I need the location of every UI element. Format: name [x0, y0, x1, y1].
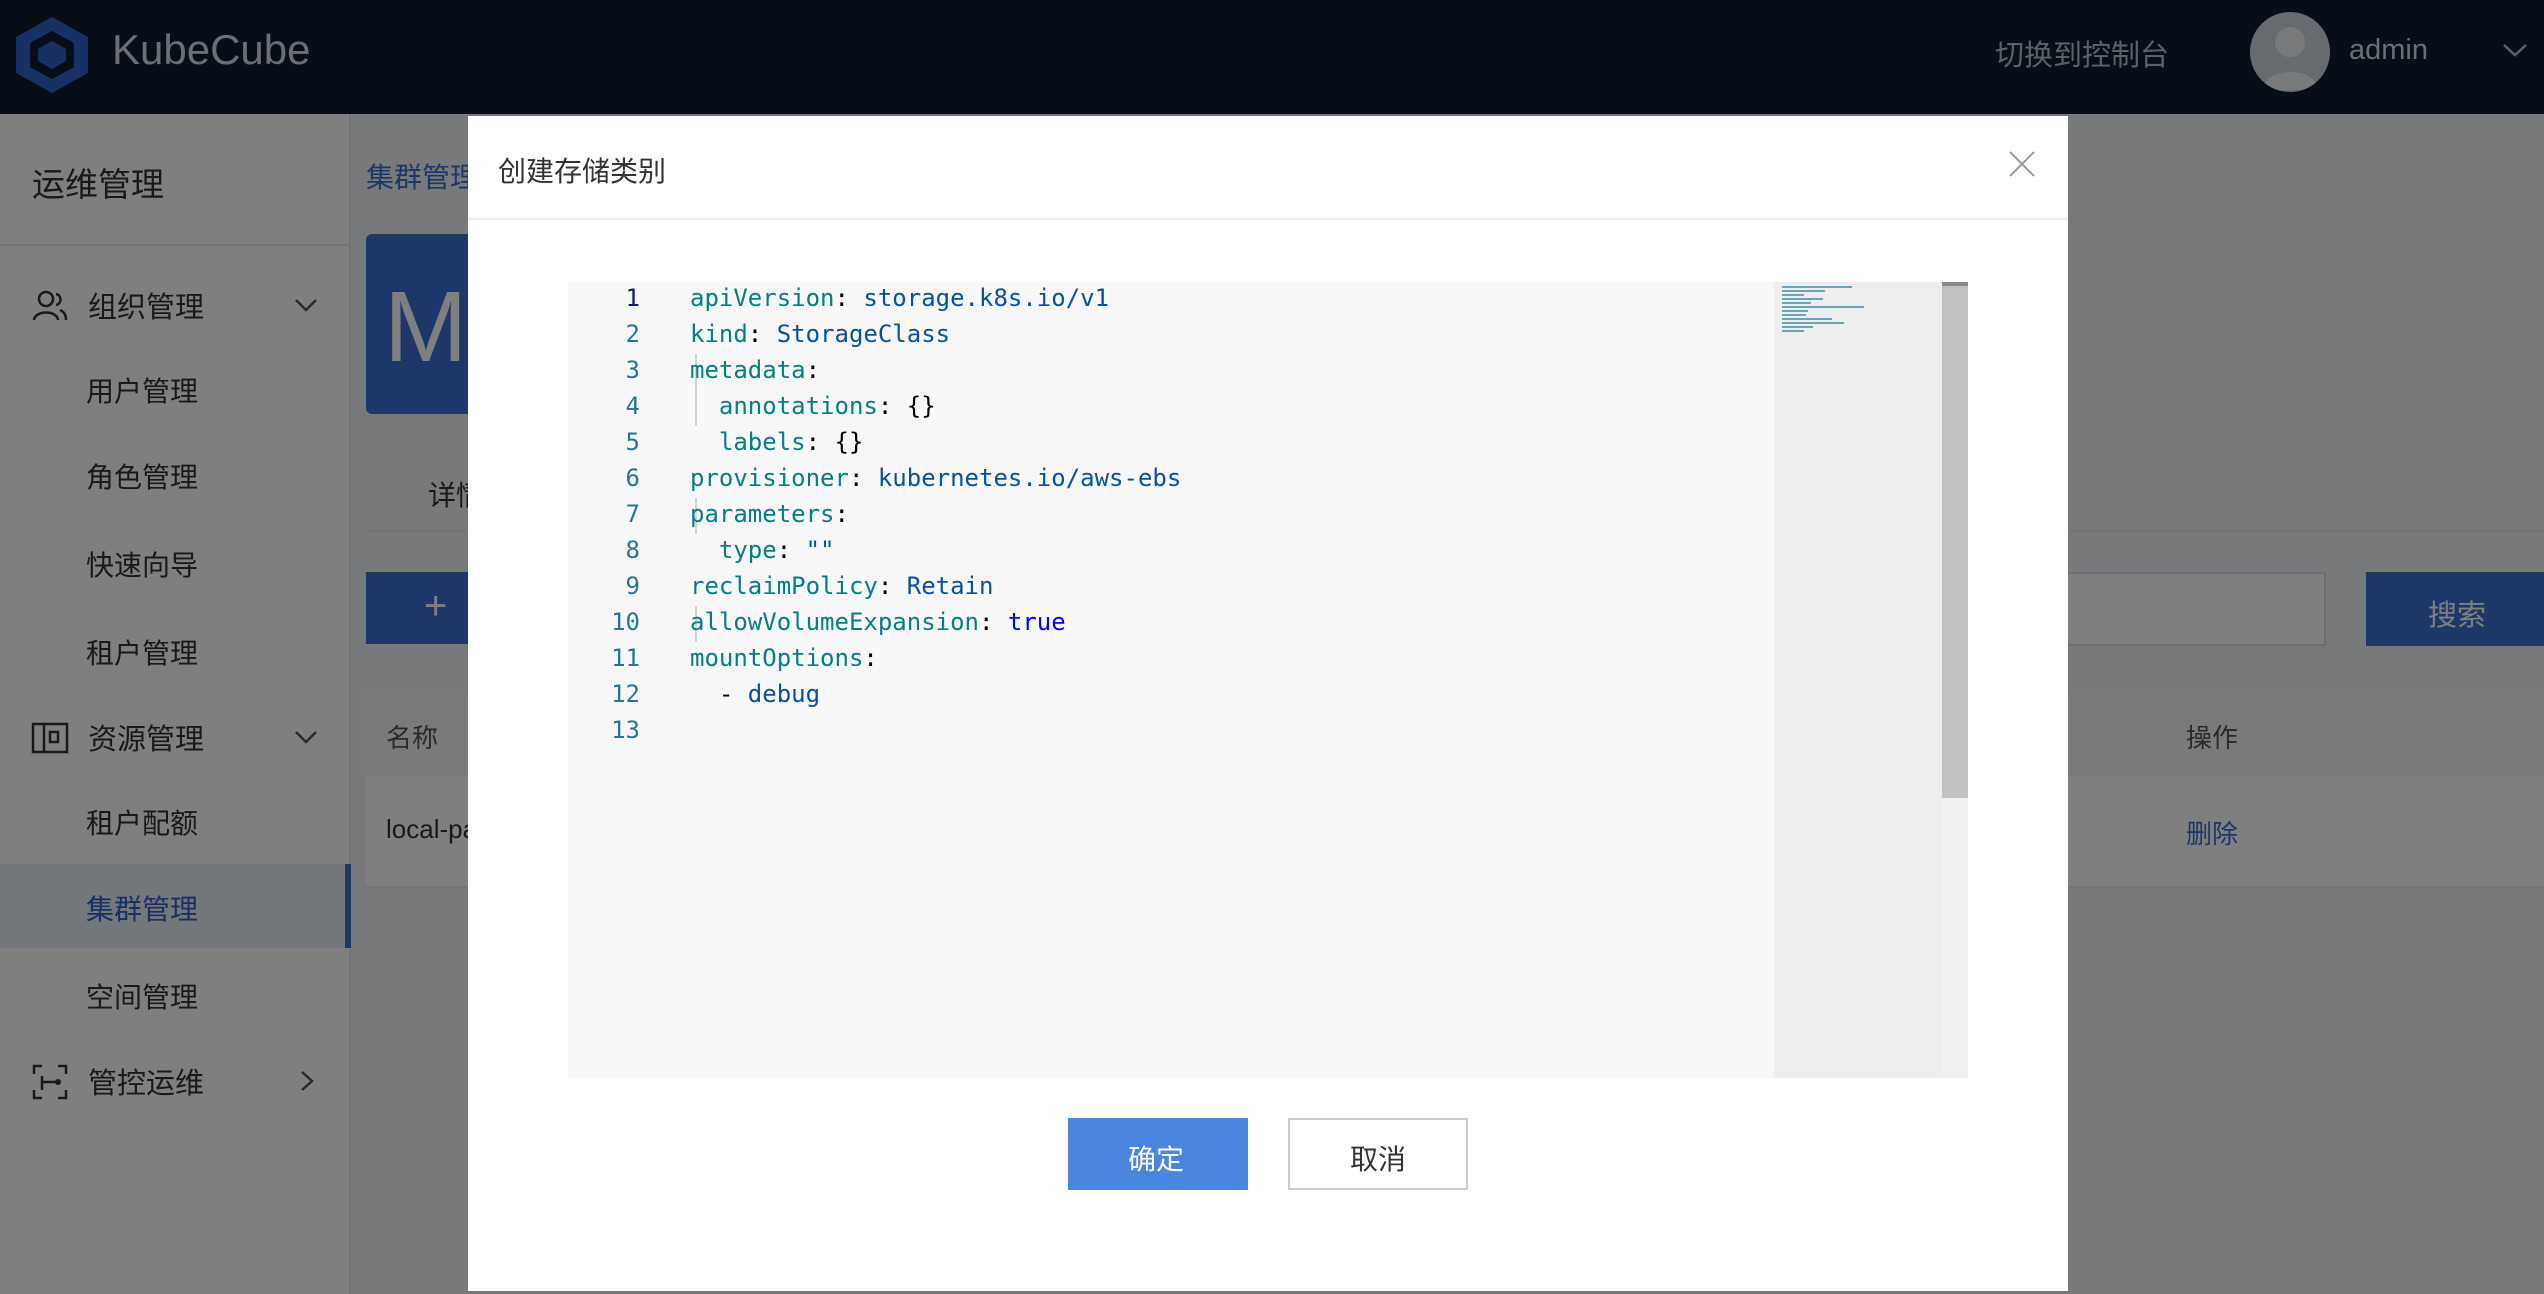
code-token: : [834, 284, 864, 312]
line-number: 5 [625, 428, 640, 456]
code-line: mountOptions: [690, 644, 878, 672]
minimap-line [1782, 302, 1811, 304]
code-token: type [690, 536, 777, 564]
yaml-code-editor[interactable]: 1 2 3 4 5 6 7 8 9 10 11 12 13 apiVersion: storage.k8… [568, 282, 1968, 1078]
code-line: parameters: [690, 500, 849, 528]
code-line: allowVolumeExpansion: true [690, 608, 1066, 636]
minimap-line [1782, 326, 1814, 328]
code-token: : [747, 320, 777, 348]
line-number: 6 [625, 464, 640, 492]
code-line: annotations: {} [690, 392, 936, 420]
code-token: Retain [906, 572, 994, 600]
code-token: : [834, 500, 849, 528]
code-token: parameters [690, 500, 835, 528]
cancel-label: 取消 [1350, 1143, 1407, 1176]
minimap-line [1782, 290, 1826, 292]
code-token: provisioner [690, 464, 849, 492]
code-token: metadata [690, 356, 806, 384]
code-token: storage.k8s.io/v1 [863, 284, 1110, 312]
minimap-line [1782, 322, 1845, 324]
minimap-line [1782, 294, 1804, 296]
line-number: 7 [625, 500, 640, 528]
confirm-label: 确定 [1128, 1143, 1185, 1176]
line-number-gutter: 1 2 3 4 5 6 7 8 9 10 11 12 13 [568, 282, 668, 1078]
line-number: 3 [625, 356, 640, 384]
minimap-line [1782, 310, 1809, 312]
editor-minimap[interactable] [1774, 282, 1942, 1078]
code-token: kubernetes.io/aws-ebs [877, 464, 1182, 492]
minimap-line [1782, 286, 1852, 288]
scrollbar-thumb[interactable] [1942, 282, 1968, 798]
line-number: 13 [611, 716, 640, 744]
dialog-header: 创建存储类别 [468, 116, 2068, 220]
code-token: : [877, 572, 907, 600]
code-token: apiVersion [690, 284, 835, 312]
line-number: 12 [611, 680, 640, 708]
code-token: reclaimPolicy [690, 572, 878, 600]
line-number: 1 [625, 284, 640, 312]
code-token: : [978, 608, 1008, 636]
code-token: mountOptions [690, 644, 864, 672]
code-line: type: "" [690, 536, 835, 564]
code-token: : [805, 356, 821, 384]
line-number: 4 [625, 392, 640, 420]
cancel-button[interactable]: 取消 [1288, 1118, 1468, 1190]
code-token: kind [690, 320, 748, 348]
code-token: : [848, 464, 878, 492]
dialog-title: 创建存储类别 [498, 155, 667, 188]
code-token: - [690, 680, 748, 708]
confirm-button[interactable]: 确定 [1068, 1118, 1248, 1190]
code-token: labels [690, 428, 806, 456]
code-token: debug [747, 680, 821, 708]
minimap-line [1782, 306, 1864, 308]
line-number: 11 [611, 644, 640, 672]
code-token: : [863, 644, 878, 672]
code-line: - debug [690, 680, 820, 708]
line-number: 9 [625, 572, 640, 600]
code-token: true [1007, 608, 1066, 636]
minimap-line [1782, 298, 1823, 300]
line-number: 2 [625, 320, 640, 348]
minimap-line [1782, 314, 1806, 316]
code-line: reclaimPolicy: Retain [690, 572, 993, 600]
line-number: 10 [611, 608, 640, 636]
code-token: allowVolumeExpansion [690, 608, 979, 636]
code-token: : [776, 536, 806, 564]
code-token: StorageClass [776, 320, 951, 348]
code-token: "" [805, 536, 835, 564]
code-line: kind: StorageClass [690, 320, 950, 348]
code-token: : {} [805, 428, 864, 456]
minimap-line [1782, 330, 1804, 332]
create-storage-class-dialog: 创建存储类别 1 2 3 4 5 6 7 8 9 10 11 12 13 apiVersion: sto… [468, 116, 2068, 1291]
code-token: annotations [690, 392, 878, 420]
code-line: metadata: [690, 356, 820, 384]
close-icon[interactable] [2008, 150, 2036, 178]
line-number: 8 [625, 536, 640, 564]
code-line: provisioner: kubernetes.io/aws-ebs [690, 464, 1181, 492]
code-token: : {} [877, 392, 936, 420]
code-line: apiVersion: storage.k8s.io/v1 [690, 284, 1109, 312]
minimap-line [1782, 318, 1833, 320]
code-line: labels: {} [690, 428, 864, 456]
